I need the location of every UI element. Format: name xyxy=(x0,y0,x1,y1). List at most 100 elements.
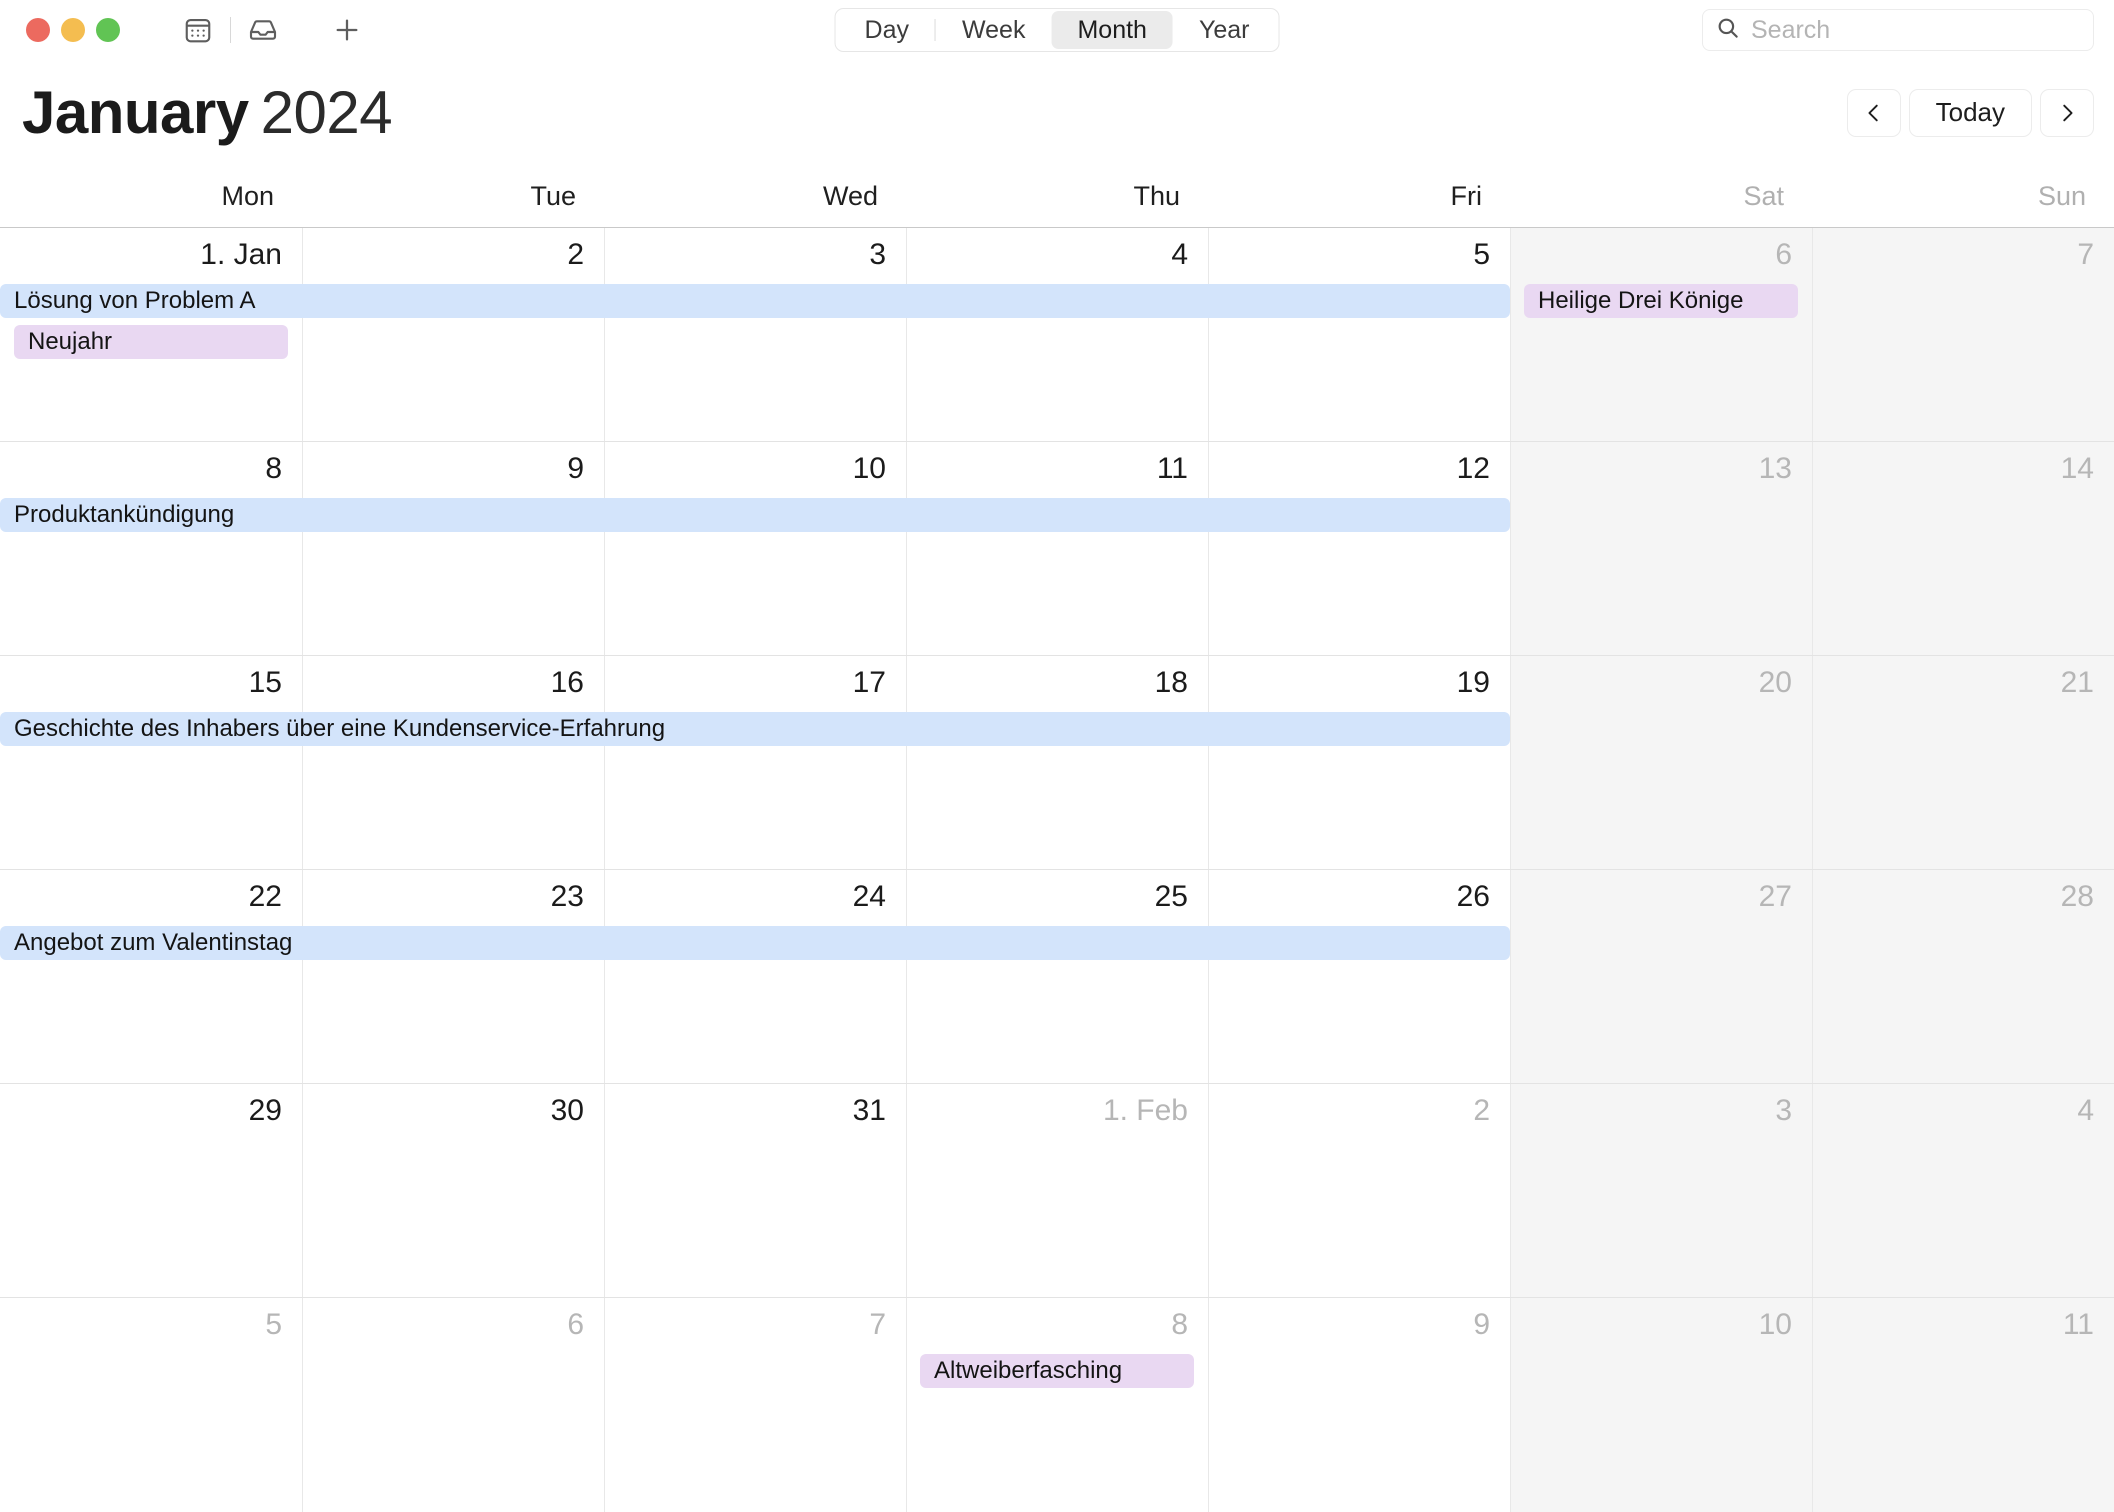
calendar-event[interactable]: Neujahr xyxy=(14,325,288,359)
day-number: 24 xyxy=(852,880,886,913)
day-number: 10 xyxy=(1758,1308,1792,1341)
calendar-event[interactable]: Geschichte des Inhabers über eine Kunden… xyxy=(0,712,1510,746)
day-cell[interactable]: 5 xyxy=(0,1298,302,1512)
day-cell[interactable]: 16 xyxy=(302,656,604,869)
day-cell[interactable]: 18 xyxy=(906,656,1208,869)
day-cell[interactable]: 4 xyxy=(906,228,1208,441)
day-cell[interactable]: 24 xyxy=(604,870,906,1083)
day-number: 16 xyxy=(550,666,584,699)
day-cell[interactable]: 2 xyxy=(302,228,604,441)
inbox-icon[interactable] xyxy=(239,10,287,50)
title-year: 2024 xyxy=(260,78,393,146)
day-number: 17 xyxy=(852,666,886,699)
day-cell[interactable]: 28 xyxy=(1812,870,2114,1083)
tab-day[interactable]: Day xyxy=(839,11,935,49)
weekday-header-fri: Fri xyxy=(1450,180,1482,211)
day-cell[interactable]: 7 xyxy=(1812,228,2114,441)
day-cell[interactable]: 9 xyxy=(302,442,604,655)
day-cell[interactable]: 13 xyxy=(1510,442,1812,655)
day-cell[interactable]: 15 xyxy=(0,656,302,869)
day-number: 21 xyxy=(2060,666,2094,699)
day-number: 25 xyxy=(1154,880,1188,913)
tab-month[interactable]: Month xyxy=(1051,11,1173,49)
calendar-event[interactable]: Lösung von Problem A xyxy=(0,284,1510,318)
add-event-icon[interactable] xyxy=(323,10,371,50)
calendar-view-icon[interactable] xyxy=(174,10,222,50)
day-number: 1. Jan xyxy=(200,238,282,271)
day-number: 26 xyxy=(1456,880,1490,913)
day-number: 20 xyxy=(1758,666,1792,699)
day-number: 13 xyxy=(1758,452,1792,485)
weekday-header-sat: Sat xyxy=(1743,180,1784,211)
day-cell[interactable]: 14 xyxy=(1812,442,2114,655)
day-cell[interactable]: 11 xyxy=(1812,1298,2114,1512)
day-cell[interactable]: 27 xyxy=(1510,870,1812,1083)
day-number: 9 xyxy=(1473,1308,1490,1341)
day-cells: 8 9 10 11 12 13 14 xyxy=(0,442,2114,655)
search-input[interactable] xyxy=(1751,15,2081,45)
day-cell[interactable]: 31 xyxy=(604,1084,906,1297)
day-number: 4 xyxy=(1171,238,1188,271)
day-cell[interactable]: 2 xyxy=(1208,1084,1510,1297)
day-number: 5 xyxy=(1473,238,1490,271)
minimize-button[interactable] xyxy=(61,18,85,42)
date-navigation: Today xyxy=(1846,88,2094,137)
day-cell[interactable]: 8 xyxy=(906,1298,1208,1512)
day-cell[interactable]: 9 xyxy=(1208,1298,1510,1512)
day-cell[interactable]: 20 xyxy=(1510,656,1812,869)
calendar-event[interactable]: Produktankündigung xyxy=(0,498,1510,532)
tab-week[interactable]: Week xyxy=(936,11,1051,49)
day-cell[interactable]: 11 xyxy=(906,442,1208,655)
day-cell[interactable]: 29 xyxy=(0,1084,302,1297)
day-cell[interactable]: 10 xyxy=(604,442,906,655)
day-cell[interactable]: 12 xyxy=(1208,442,1510,655)
day-cell[interactable]: 17 xyxy=(604,656,906,869)
day-number: 6 xyxy=(567,1308,584,1341)
day-cell[interactable]: 5 xyxy=(1208,228,1510,441)
today-button[interactable]: Today xyxy=(1908,88,2032,137)
day-cell[interactable]: 19 xyxy=(1208,656,1510,869)
weekday-header-row: Mon Tue Wed Thu Fri Sat Sun xyxy=(0,165,2114,227)
day-number: 3 xyxy=(1775,1094,1792,1127)
close-button[interactable] xyxy=(26,18,50,42)
window-toolbar: Day Week Month Year xyxy=(0,0,2114,60)
search-icon xyxy=(1715,15,1741,46)
calendar-event[interactable]: Heilige Drei Könige xyxy=(1524,284,1798,318)
weekday-header-thu: Thu xyxy=(1133,180,1180,211)
day-cell[interactable]: 6 xyxy=(302,1298,604,1512)
day-number: 2 xyxy=(567,238,584,271)
day-cell[interactable]: 22 xyxy=(0,870,302,1083)
day-number: 29 xyxy=(248,1094,282,1127)
previous-month-button[interactable] xyxy=(1846,88,1901,137)
day-cell[interactable]: 30 xyxy=(302,1084,604,1297)
weekday-header-sun: Sun xyxy=(2037,180,2086,211)
day-cell[interactable]: 23 xyxy=(302,870,604,1083)
next-month-button[interactable] xyxy=(2040,88,2094,137)
day-cell[interactable]: 7 xyxy=(604,1298,906,1512)
week-row: 22 23 24 25 26 27 28 Angebot zum Valentinstag xyxy=(0,870,2114,1084)
day-cell[interactable]: 1. Feb xyxy=(906,1084,1208,1297)
day-cell[interactable]: 10 xyxy=(1510,1298,1812,1512)
day-cell[interactable]: 21 xyxy=(1812,656,2114,869)
view-switcher[interactable]: Day Week Month Year xyxy=(834,8,1280,52)
day-cell[interactable]: 8 xyxy=(0,442,302,655)
day-cell[interactable]: 26 xyxy=(1208,870,1510,1083)
day-number: 30 xyxy=(550,1094,584,1127)
zoom-button[interactable] xyxy=(96,18,120,42)
day-number: 31 xyxy=(852,1094,886,1127)
day-number: 5 xyxy=(265,1308,282,1341)
day-cell[interactable]: 6 xyxy=(1510,228,1812,441)
calendar-event[interactable]: Altweiberfasching xyxy=(920,1354,1194,1388)
day-number: 7 xyxy=(2077,238,2094,271)
day-cells: 1. Jan 2 3 4 5 6 7 xyxy=(0,228,2114,441)
toolbar-divider xyxy=(230,17,231,43)
tab-year[interactable]: Year xyxy=(1173,11,1276,49)
search-field[interactable] xyxy=(1702,9,2094,51)
calendar-event[interactable]: Angebot zum Valentinstag xyxy=(0,926,1510,960)
day-cell[interactable]: 3 xyxy=(604,228,906,441)
day-cell[interactable]: 3 xyxy=(1510,1084,1812,1297)
title-month: January xyxy=(22,78,249,146)
day-cells: 15 16 17 18 19 20 21 xyxy=(0,656,2114,869)
day-cell[interactable]: 25 xyxy=(906,870,1208,1083)
day-cell[interactable]: 4 xyxy=(1812,1084,2114,1297)
